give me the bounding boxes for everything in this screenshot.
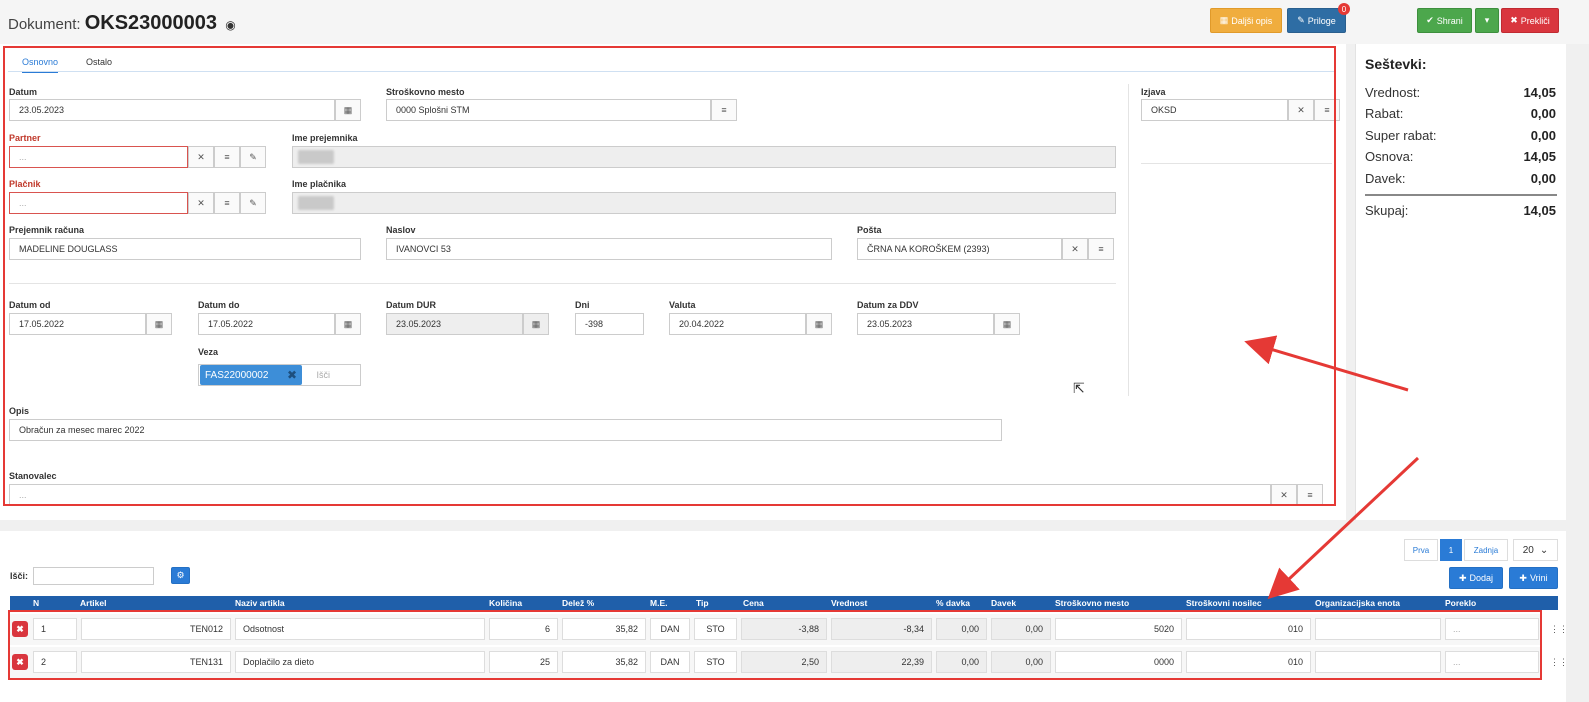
annotation-arrows bbox=[1244, 335, 1420, 600]
arrow-to-rows bbox=[1267, 456, 1420, 600]
arrow-to-form bbox=[1244, 335, 1409, 392]
